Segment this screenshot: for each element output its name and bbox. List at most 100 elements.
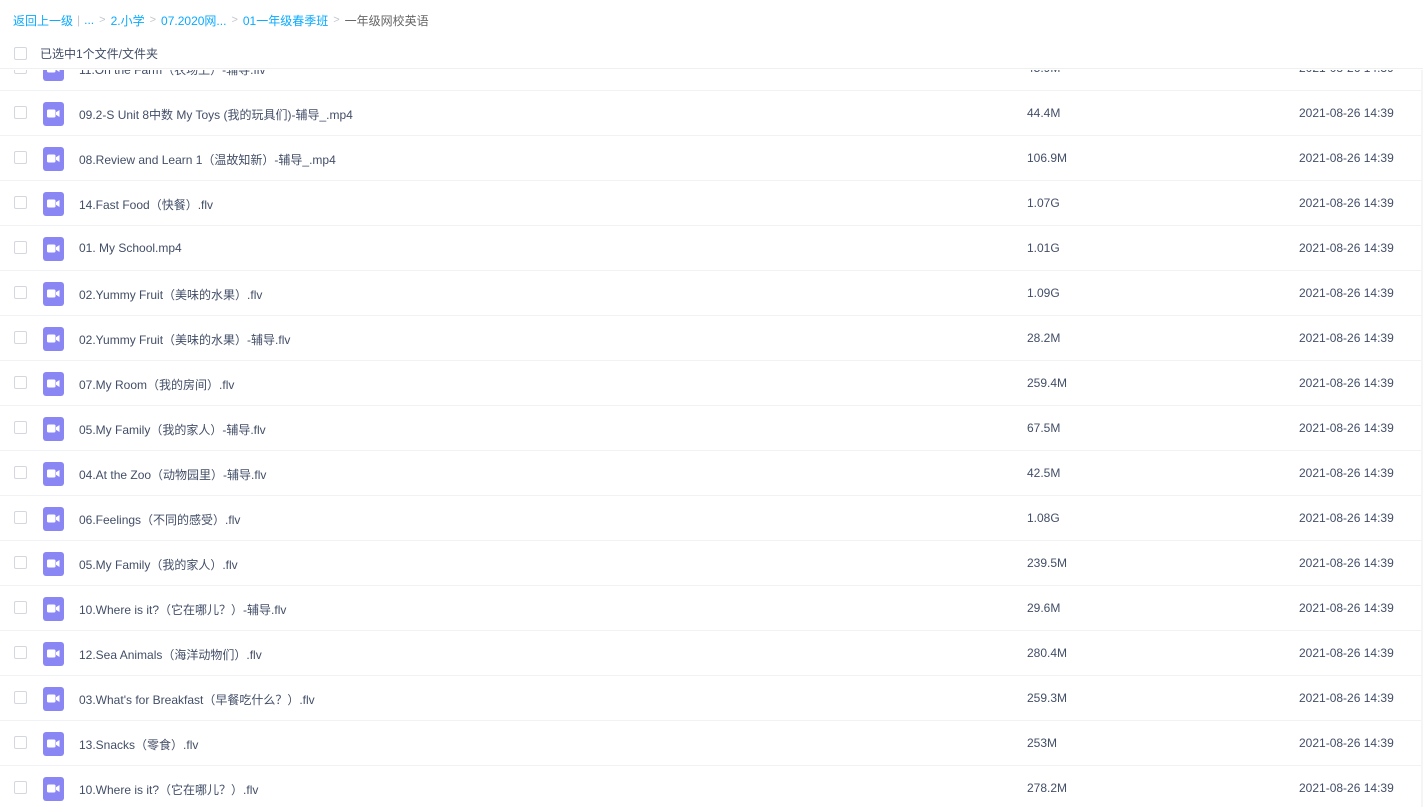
row-checkbox[interactable] [14, 736, 27, 749]
chevron-right-icon: > [333, 14, 340, 26]
file-date: 2021-08-26 14:39 [1299, 781, 1394, 795]
video-file-icon [43, 597, 64, 621]
row-checkbox[interactable] [14, 241, 27, 254]
chevron-right-icon: > [231, 14, 238, 26]
row-checkbox[interactable] [14, 781, 27, 794]
file-row[interactable]: 13.Snacks（零食）.flv 253M 2021-08-26 14:39 [0, 721, 1423, 766]
row-checkbox[interactable] [14, 376, 27, 389]
file-size: 1.07G [1027, 196, 1060, 210]
video-file-icon [43, 70, 64, 81]
file-row[interactable]: 04.At the Zoo（动物园里）-辅导.flv 42.5M 2021-08… [0, 451, 1423, 496]
file-date: 2021-08-26 14:39 [1299, 106, 1394, 120]
file-row[interactable]: 09.2-S Unit 8中数 My Toys (我的玩具们)-辅导_.mp4 … [0, 91, 1423, 136]
file-size: 1.08G [1027, 511, 1060, 525]
row-checkbox[interactable] [14, 421, 27, 434]
video-file-icon [43, 552, 64, 576]
file-row[interactable]: 01. My School.mp4 1.01G 2021-08-26 14:39 [0, 226, 1423, 271]
video-file-icon [43, 372, 64, 396]
video-file-icon [43, 642, 64, 666]
file-name[interactable]: 10.Where is it?（它在哪儿？）-辅导.flv [79, 601, 286, 618]
row-checkbox[interactable] [14, 556, 27, 569]
file-list: 11.On the Farm（农场上）-辅导.flv 45.9M 2021-08… [0, 70, 1423, 807]
file-row[interactable]: 10.Where is it?（它在哪儿？）-辅导.flv 29.6M 2021… [0, 586, 1423, 631]
file-row[interactable]: 10.Where is it?（它在哪儿？）.flv 278.2M 2021-0… [0, 766, 1423, 807]
file-row[interactable]: 05.My Family（我的家人）.flv 239.5M 2021-08-26… [0, 541, 1423, 586]
video-file-icon [43, 327, 64, 351]
file-date: 2021-08-26 14:39 [1299, 331, 1394, 345]
row-checkbox[interactable] [14, 511, 27, 524]
video-file-icon [43, 462, 64, 486]
file-name[interactable]: 01. My School.mp4 [79, 241, 182, 255]
breadcrumb-item-primary-school[interactable]: 2.小学 [111, 12, 145, 29]
file-row[interactable]: 05.My Family（我的家人）-辅导.flv 67.5M 2021-08-… [0, 406, 1423, 451]
file-name[interactable]: 12.Sea Animals（海洋动物们）.flv [79, 646, 262, 663]
row-checkbox[interactable] [14, 286, 27, 299]
file-date: 2021-08-26 14:39 [1299, 601, 1394, 615]
video-file-icon [43, 237, 64, 261]
file-date: 2021-08-26 14:39 [1299, 376, 1394, 390]
row-checkbox[interactable] [14, 331, 27, 344]
row-checkbox[interactable] [14, 151, 27, 164]
file-row[interactable]: 08.Review and Learn 1（温故知新）-辅导_.mp4 106.… [0, 136, 1423, 181]
file-size: 253M [1027, 736, 1058, 750]
breadcrumb-item-grade1-spring[interactable]: 01一年级春季班 [243, 12, 328, 29]
row-checkbox[interactable] [14, 601, 27, 614]
file-name[interactable]: 07.My Room（我的房间）.flv [79, 376, 234, 393]
file-date: 2021-08-26 14:39 [1299, 511, 1394, 525]
file-size: 259.3M [1027, 691, 1068, 705]
row-checkbox[interactable] [14, 646, 27, 659]
file-name[interactable]: 05.My Family（我的家人）.flv [79, 556, 238, 573]
breadcrumb-item-2020-online[interactable]: 07.2020网... [161, 12, 226, 29]
video-file-icon [43, 732, 64, 756]
row-checkbox[interactable] [14, 691, 27, 704]
file-name[interactable]: 08.Review and Learn 1（温故知新）-辅导_.mp4 [79, 151, 336, 168]
file-size: 278.2M [1027, 781, 1068, 795]
file-name[interactable]: 05.My Family（我的家人）-辅导.flv [79, 421, 266, 438]
video-file-icon [43, 282, 64, 306]
file-size: 1.09G [1027, 286, 1060, 300]
file-list-viewport[interactable]: 11.On the Farm（农场上）-辅导.flv 45.9M 2021-08… [0, 70, 1423, 807]
file-size: 1.01G [1027, 241, 1060, 255]
file-size: 44.4M [1027, 106, 1061, 120]
file-date: 2021-08-26 14:39 [1299, 736, 1394, 750]
file-size: 29.6M [1027, 601, 1061, 615]
breadcrumb-back-link[interactable]: 返回上一级 [13, 12, 73, 29]
file-date: 2021-08-26 14:39 [1299, 196, 1394, 210]
selection-count-label: 已选中1个文件/文件夹 [40, 46, 159, 61]
row-checkbox[interactable] [14, 106, 27, 119]
file-name[interactable]: 14.Fast Food（快餐）.flv [79, 196, 213, 213]
file-date: 2021-08-26 14:39 [1299, 466, 1394, 480]
file-name[interactable]: 02.Yummy Fruit（美味的水果）-辅导.flv [79, 331, 290, 348]
breadcrumb-ellipsis-link[interactable]: ... [84, 13, 94, 27]
file-name[interactable]: 04.At the Zoo（动物园里）-辅导.flv [79, 466, 266, 483]
breadcrumb-current: 一年级网校英语 [344, 13, 429, 28]
file-size: 239.5M [1027, 556, 1068, 570]
row-checkbox[interactable] [14, 70, 27, 74]
row-checkbox[interactable] [14, 466, 27, 479]
file-row[interactable]: 12.Sea Animals（海洋动物们）.flv 280.4M 2021-08… [0, 631, 1423, 676]
select-all-checkbox[interactable] [14, 46, 27, 60]
file-name[interactable]: 11.On the Farm（农场上）-辅导.flv [79, 70, 265, 78]
file-name[interactable]: 10.Where is it?（它在哪儿？）.flv [79, 781, 258, 798]
video-file-icon [43, 102, 64, 126]
file-row[interactable]: 07.My Room（我的房间）.flv 259.4M 2021-08-26 1… [0, 361, 1423, 406]
file-row[interactable]: 02.Yummy Fruit（美味的水果）-辅导.flv 28.2M 2021-… [0, 316, 1423, 361]
file-row[interactable]: 11.On the Farm（农场上）-辅导.flv 45.9M 2021-08… [0, 70, 1423, 91]
file-date: 2021-08-26 14:39 [1299, 421, 1394, 435]
file-date: 2021-08-26 14:39 [1299, 286, 1394, 300]
row-checkbox[interactable] [14, 196, 27, 209]
file-row[interactable]: 14.Fast Food（快餐）.flv 1.07G 2021-08-26 14… [0, 181, 1423, 226]
file-name[interactable]: 06.Feelings（不同的感受）.flv [79, 511, 240, 528]
file-row[interactable]: 06.Feelings（不同的感受）.flv 1.08G 2021-08-26 … [0, 496, 1423, 541]
video-file-icon [43, 507, 64, 531]
file-row[interactable]: 03.What's for Breakfast（早餐吃什么？）.flv 259.… [0, 676, 1423, 721]
file-date: 2021-08-26 14:39 [1299, 556, 1394, 570]
file-name[interactable]: 03.What's for Breakfast（早餐吃什么？）.flv [79, 691, 315, 708]
file-row[interactable]: 02.Yummy Fruit（美味的水果）.flv 1.09G 2021-08-… [0, 271, 1423, 316]
file-name[interactable]: 13.Snacks（零食）.flv [79, 736, 198, 753]
file-name[interactable]: 09.2-S Unit 8中数 My Toys (我的玩具们)-辅导_.mp4 [79, 106, 353, 123]
video-file-icon [43, 147, 64, 171]
file-date: 2021-08-26 14:39 [1299, 70, 1394, 75]
file-name[interactable]: 02.Yummy Fruit（美味的水果）.flv [79, 286, 262, 303]
selection-bar: 已选中1个文件/文件夹 [0, 38, 1423, 69]
